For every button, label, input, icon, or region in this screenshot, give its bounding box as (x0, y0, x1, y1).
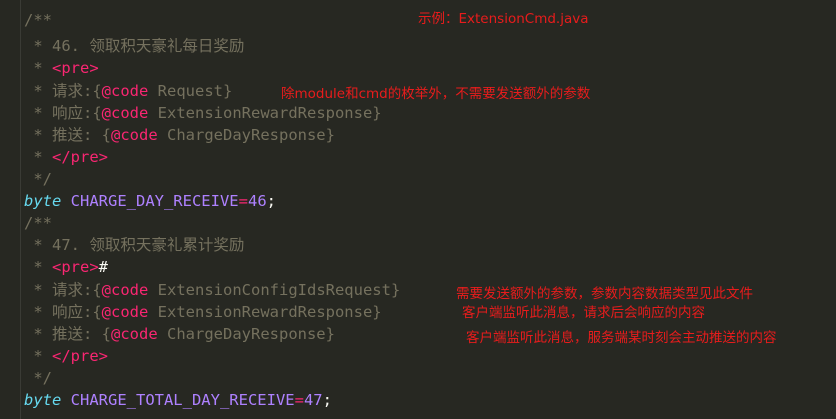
comment-title: * 46. 领取积天豪礼每日奖励 (24, 37, 245, 55)
comment-open: /** (24, 214, 52, 232)
comment-close: */ (24, 170, 52, 188)
comment-pre-open: * <pre> (24, 59, 99, 77)
annotation-no-extra-params: 除module和cmd的枚举外，不需要发送额外的参数 (281, 86, 591, 102)
annotation-example: 示例：ExtensionCmd.java (418, 11, 589, 27)
comment-push: * 推送: {@code ChargeDayResponse} (24, 126, 335, 144)
annotation-response-note: 客户端监听此消息，请求后会响应的内容 (462, 305, 705, 321)
comment-request: * 请求:{@code Request} (24, 82, 233, 100)
code-declaration: byte CHARGE_TOTAL_DAY_RECEIVE=47; (24, 391, 332, 409)
comment-response: * 响应:{@code ExtensionRewardResponse} (24, 303, 382, 321)
code-declaration: byte CHARGE_DAY_RECEIVE=46; (24, 192, 276, 210)
indent-guide (20, 0, 21, 419)
comment-title: * 47. 领取积天豪礼累计奖励 (24, 236, 245, 254)
comment-pre-open: * <pre># (24, 258, 109, 276)
comment-response: * 响应:{@code ExtensionRewardResponse} (24, 104, 382, 122)
comment-request: * 请求:{@code ExtensionConfigIdsRequest} (24, 281, 401, 299)
comment-close: */ (24, 369, 52, 387)
annotation-push-note: 客户端监听此消息，服务端某时刻会主动推送的内容 (466, 330, 777, 346)
code-editor[interactable]: /** * 46. 领取积天豪礼每日奖励 * <pre> * 请求:{@code… (0, 0, 836, 419)
comment-pre-close: * </pre> (24, 148, 108, 166)
comment-push: * 推送: {@code ChargeDayResponse} (24, 325, 335, 343)
annotation-extra-params: 需要发送额外的参数，参数内容数据类型见此文件 (456, 286, 753, 302)
comment-pre-close: * </pre> (24, 347, 108, 365)
comment-open: /** (24, 11, 52, 29)
